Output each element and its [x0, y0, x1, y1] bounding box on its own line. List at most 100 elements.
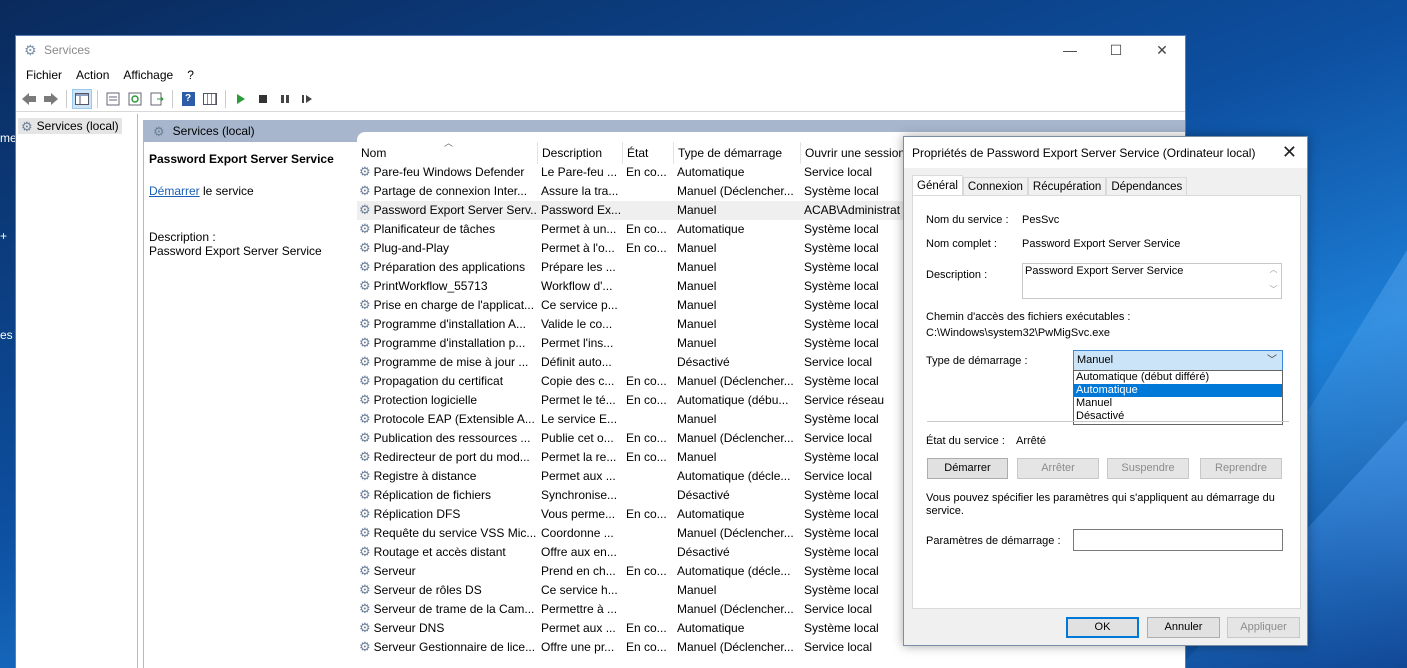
option-manual[interactable]: Manuel [1074, 397, 1282, 410]
service-description-cell: Le service E... [541, 412, 618, 426]
divider [927, 421, 1289, 422]
service-gear-icon: ⚙ [359, 373, 371, 388]
pause-service-icon[interactable] [275, 89, 295, 109]
properties-sheet-icon[interactable] [103, 89, 123, 109]
start-service-line: Démarrer le service [149, 184, 352, 198]
service-gear-icon: ⚙ [359, 544, 371, 559]
service-gear-icon: ⚙ [359, 297, 371, 312]
executable-path-value: C:\Windows\system32\PwMigSvc.exe [926, 327, 1110, 339]
pause-button[interactable]: Suspendre [1107, 458, 1189, 479]
cancel-button[interactable]: Annuler [1147, 617, 1220, 638]
tab-recuperation[interactable]: Récupération [1027, 177, 1107, 196]
service-name-cell: ⚙ Prise en charge de l'applicat... [357, 296, 537, 315]
service-state-cell: En co... [626, 431, 667, 445]
startup-type-select[interactable]: Manuel ﹀ [1073, 350, 1283, 371]
service-name-cell: ⚙ Routage et accès distant [357, 543, 537, 562]
service-description-cell: Ce service h... [541, 583, 618, 597]
minimize-button[interactable]: — [1047, 36, 1093, 64]
back-arrow-icon[interactable] [19, 89, 39, 109]
executable-path-label: Chemin d'accès des fichiers exécutables … [926, 311, 1131, 323]
service-name-text: Pare-feu Windows Defender [373, 165, 525, 179]
desktop-icon-label[interactable]: es [0, 328, 13, 342]
description-box-text: Password Export Server Service [1025, 265, 1184, 277]
title-bar[interactable]: ⚙ Services — ☐ ✕ [16, 36, 1185, 64]
view-grid-icon[interactable] [200, 89, 220, 109]
start-button[interactable]: Démarrer [927, 458, 1008, 479]
service-startup-type-cell: Désactivé [677, 488, 730, 502]
tab-general[interactable]: Général [912, 175, 963, 196]
stop-service-icon[interactable] [253, 89, 273, 109]
tab-connexion[interactable]: Connexion [962, 177, 1028, 196]
column-header-description[interactable]: Description [537, 142, 622, 164]
service-startup-type-cell: Manuel (Déclencher... [677, 602, 794, 616]
description-box[interactable]: Password Export Server Service ︿ ﹀ [1022, 263, 1282, 299]
service-name-text: Réplication DFS [373, 507, 461, 521]
service-description-cell: Workflow d'... [541, 279, 613, 293]
service-name-cell: ⚙ Pare-feu Windows Defender [357, 163, 537, 182]
service-startup-type-cell: Manuel [677, 241, 717, 255]
close-button[interactable]: ✕ [1139, 36, 1185, 64]
dialog-title-bar[interactable]: Propriétés de Password Export Server Ser… [904, 137, 1307, 168]
toolbar-separator [172, 89, 173, 108]
console-tree-icon[interactable] [72, 88, 92, 109]
service-description-cell: Assure la tra... [541, 184, 619, 198]
column-header-name[interactable]: Nom [357, 142, 537, 164]
start-service-link[interactable]: Démarrer [149, 184, 200, 198]
help-book-icon[interactable]: ? [178, 89, 198, 109]
services-gear-icon: ⚙ [153, 123, 165, 139]
service-description-cell: Copie des c... [541, 374, 615, 388]
toolbar-separator [66, 89, 67, 108]
service-description-cell: Prépare les ... [541, 260, 616, 274]
service-name-cell: ⚙ Protection logicielle [357, 391, 537, 410]
menu-help[interactable]: ? [181, 68, 200, 82]
service-gear-icon: ⚙ [359, 430, 371, 445]
startup-type-dropdown: Automatique (début différé) Automatique … [1073, 370, 1283, 425]
dialog-close-button[interactable]: ✕ [1282, 142, 1297, 163]
startup-type-label: Type de démarrage : [926, 355, 1028, 367]
desktop-icon-label[interactable]: + [0, 229, 7, 243]
startup-params-input[interactable] [1073, 529, 1283, 551]
description-text: Password Export Server Service [149, 244, 322, 258]
restart-service-icon[interactable] [297, 89, 317, 109]
ok-button[interactable]: OK [1066, 617, 1139, 638]
description-scrollbar[interactable]: ︿ ﹀ [1266, 264, 1281, 298]
service-startup-type-cell: Manuel [677, 412, 717, 426]
service-startup-type-cell: Manuel (Déclencher... [677, 526, 794, 540]
column-header-startup-type[interactable]: Type de démarrage [673, 142, 800, 164]
service-startup-type-cell: Manuel [677, 583, 717, 597]
service-gear-icon: ⚙ [359, 411, 371, 426]
service-status-label: État du service : [926, 435, 1005, 447]
service-startup-type-cell: Automatique [677, 507, 745, 521]
stop-button[interactable]: Arrêter [1017, 458, 1099, 479]
full-name-label: Nom complet : [926, 238, 997, 250]
start-service-icon[interactable] [231, 89, 251, 109]
tab-dependances[interactable]: Dépendances [1106, 177, 1188, 196]
tree-item-services-local[interactable]: ⚙ Services (local) [18, 118, 122, 134]
menu-action[interactable]: Action [70, 68, 115, 82]
column-header-state[interactable]: État [622, 142, 673, 164]
extended-description-pane: Password Export Server Service Démarrer … [144, 142, 357, 668]
apply-button[interactable]: Appliquer [1227, 617, 1300, 638]
menu-affichage[interactable]: Affichage [117, 68, 179, 82]
service-name-text: Publication des ressources ... [373, 431, 531, 445]
console-tree: ⚙ Services (local) [16, 114, 138, 668]
service-name-label: Nom du service : [926, 214, 1009, 226]
toolbar-separator [97, 89, 98, 108]
service-description-cell: Permet à l'o... [541, 241, 615, 255]
startup-params-label: Paramètres de démarrage : [926, 535, 1061, 547]
menu-fichier[interactable]: Fichier [20, 68, 68, 82]
service-state-cell: En co... [626, 165, 667, 179]
resume-button[interactable]: Reprendre [1200, 458, 1282, 479]
description-label: Description : [149, 230, 216, 244]
service-gear-icon: ⚙ [359, 392, 371, 407]
export-list-icon[interactable] [147, 89, 167, 109]
option-automatic[interactable]: Automatique [1074, 384, 1282, 397]
service-name-text: Serveur [373, 564, 416, 578]
service-name-text: Réplication de fichiers [373, 488, 492, 502]
option-automatic-delayed[interactable]: Automatique (début différé) [1074, 371, 1282, 384]
forward-arrow-icon[interactable] [41, 89, 61, 109]
refresh-icon[interactable] [125, 89, 145, 109]
start-service-suffix: le service [199, 184, 254, 198]
service-gear-icon: ⚙ [359, 563, 371, 578]
maximize-button[interactable]: ☐ [1093, 36, 1139, 64]
